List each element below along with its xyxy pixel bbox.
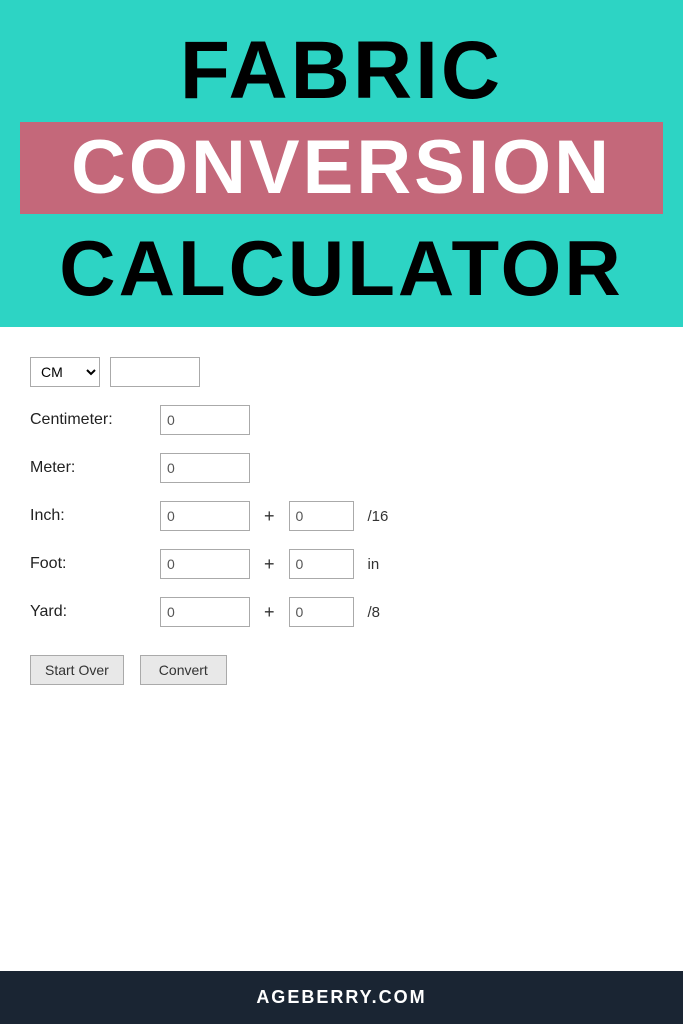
inch-main-input[interactable] [160,501,250,531]
header-section: FABRIC CONVERSION CALCULATOR [0,0,683,327]
centimeter-label: Centimeter: [30,411,150,429]
foot-label: Foot: [30,555,150,573]
meter-input[interactable] [160,453,250,483]
foot-row: Foot: + in [30,549,653,579]
inch-label: Inch: [30,507,150,525]
inch-suffix: /16 [368,508,389,525]
title-fabric: FABRIC [180,30,503,112]
inch-row: Inch: + /16 [30,501,653,531]
foot-main-input[interactable] [160,549,250,579]
convert-button[interactable]: Convert [140,655,227,685]
centimeter-input[interactable] [160,405,250,435]
foot-secondary-input[interactable] [289,549,354,579]
start-over-button[interactable]: Start Over [30,655,124,685]
inch-plus-sign: + [264,506,275,527]
yard-secondary-input[interactable] [289,597,354,627]
foot-plus-sign: + [264,554,275,575]
title-calculator: CALCULATOR [59,229,623,307]
calc-form: CM Inch Foot Yard Meter Centimeter: Mete… [30,357,653,685]
top-input[interactable] [110,357,200,387]
title-conversion: CONVERSION [20,130,663,206]
footer-text: AGEBERRY.COM [256,987,426,1007]
button-row: Start Over Convert [30,655,653,685]
meter-row: Meter: [30,453,653,483]
yard-suffix: /8 [368,604,381,621]
yard-main-input[interactable] [160,597,250,627]
title-conversion-wrapper: CONVERSION [20,122,663,214]
yard-plus-sign: + [264,602,275,623]
meter-label: Meter: [30,459,150,477]
calculator-section: CM Inch Foot Yard Meter Centimeter: Mete… [0,327,683,971]
top-row: CM Inch Foot Yard Meter [30,357,653,387]
inch-secondary-input[interactable] [289,501,354,531]
yard-label: Yard: [30,603,150,621]
unit-select[interactable]: CM Inch Foot Yard Meter [30,357,100,387]
footer-section: AGEBERRY.COM [0,971,683,1024]
foot-suffix: in [368,556,380,573]
centimeter-row: Centimeter: [30,405,653,435]
yard-row: Yard: + /8 [30,597,653,627]
